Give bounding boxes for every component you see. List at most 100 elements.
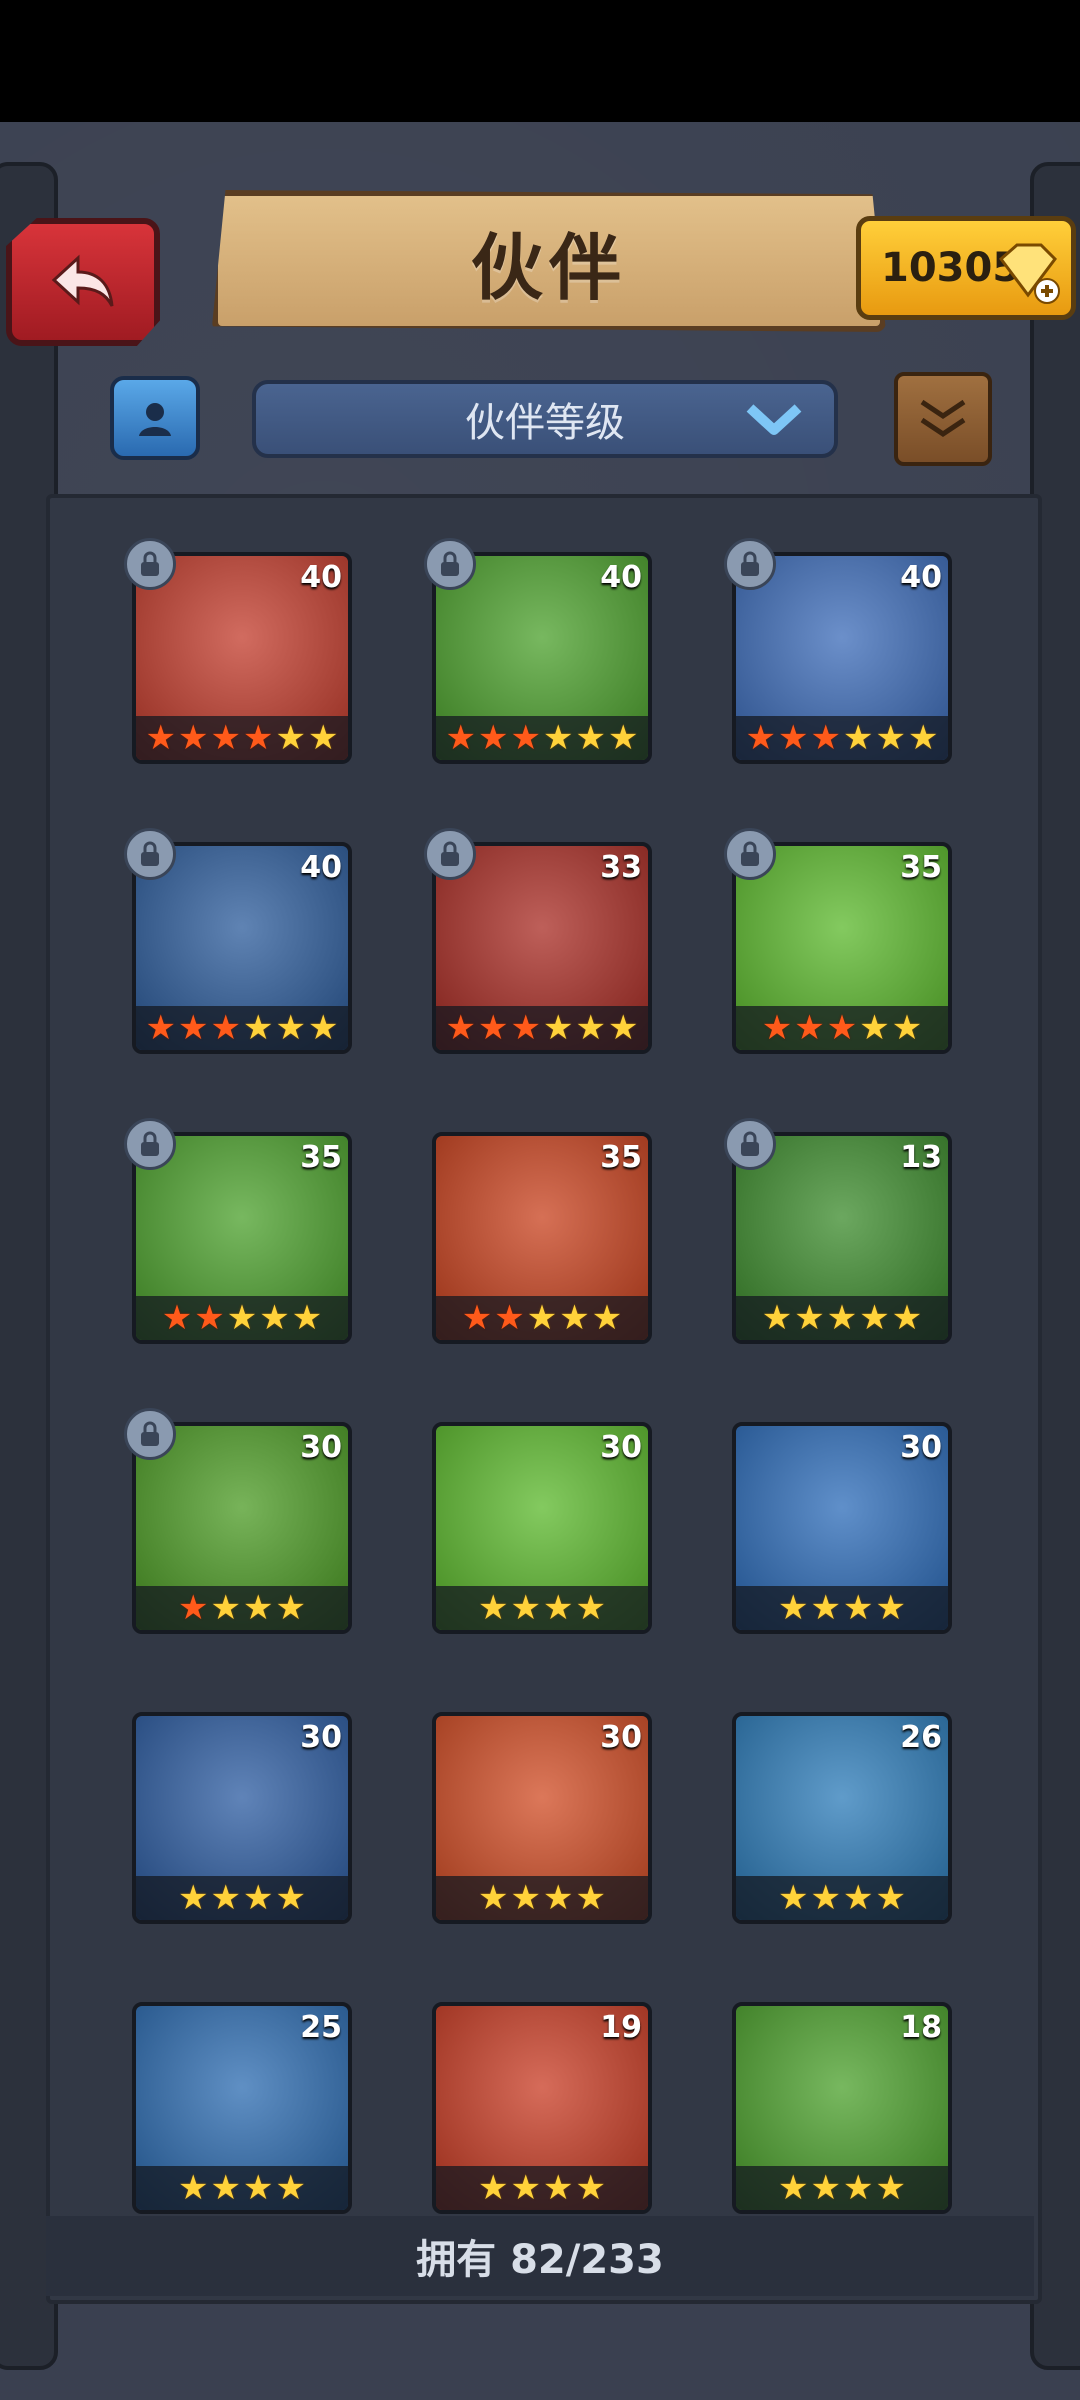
star-icon: ★ [210, 1878, 241, 1918]
star-icon: ★ [478, 718, 509, 758]
star-icon: ★ [510, 2168, 541, 2208]
star-icon: ★ [178, 1008, 209, 1048]
star-icon: ★ [510, 1008, 541, 1048]
star-icon: ★ [275, 1008, 306, 1048]
companion-level: 33 [600, 850, 642, 885]
star-icon: ★ [445, 1008, 477, 1048]
star-icon: ★ [843, 2168, 874, 2208]
star-icon: ★ [445, 718, 477, 758]
companion-level: 25 [300, 2010, 342, 2045]
star-rating: ★ ★ ★ ★ [436, 1876, 648, 1920]
companion-card[interactable]: 18 ★ ★ ★ ★ [732, 2002, 952, 2214]
star-rating: ★ ★ ★ ★ [736, 1586, 948, 1630]
star-rating: ★ ★ ★ ★ ★ [136, 1296, 348, 1340]
star-icon: ★ [210, 2168, 241, 2208]
companion-card[interactable]: 19 ★ ★ ★ ★ [432, 2002, 652, 2214]
companion-card[interactable]: 25 ★ ★ ★ ★ [132, 2002, 352, 2214]
star-icon: ★ [291, 1298, 323, 1338]
star-icon: ★ [178, 2168, 209, 2208]
companion-filter-icon [139, 403, 171, 436]
star-rating: ★ ★ ★ ★ [436, 2166, 648, 2210]
star-icon: ★ [178, 1588, 209, 1628]
star-icon: ★ [761, 1008, 793, 1048]
star-icon: ★ [810, 1588, 841, 1628]
star-icon: ★ [510, 1878, 541, 1918]
lock-icon [424, 538, 476, 590]
star-icon: ★ [543, 2168, 574, 2208]
star-icon: ★ [810, 1878, 841, 1918]
star-icon: ★ [243, 2168, 274, 2208]
header-banner: 伙伴 [212, 190, 886, 332]
star-icon: ★ [810, 718, 841, 758]
star-icon: ★ [243, 1008, 274, 1048]
star-icon: ★ [275, 1588, 306, 1628]
star-icon: ★ [145, 718, 177, 758]
star-icon: ★ [543, 718, 574, 758]
companion-level: 30 [600, 1430, 642, 1465]
star-icon: ★ [891, 1008, 923, 1048]
companion-level: 35 [300, 1140, 342, 1175]
lock-icon [724, 1118, 776, 1170]
star-icon: ★ [526, 1298, 558, 1338]
star-icon: ★ [178, 1878, 209, 1918]
back-button[interactable] [6, 218, 160, 346]
gem-currency-counter[interactable]: 10305 [856, 216, 1076, 320]
owned-count-bar: 拥有 82/233 [46, 2216, 1034, 2296]
companion-card[interactable]: 30 ★ ★ ★ ★ [432, 1422, 652, 1634]
star-icon: ★ [210, 1008, 241, 1048]
companion-level: 18 [900, 2010, 942, 2045]
gem-plus-icon [998, 243, 1060, 304]
sort-dropdown[interactable]: 伙伴等级 [252, 380, 838, 458]
companion-level: 30 [300, 1430, 342, 1465]
star-icon: ★ [826, 1298, 858, 1338]
lock-icon [124, 538, 176, 590]
star-icon: ★ [575, 718, 606, 758]
lock-icon [424, 828, 476, 880]
star-icon: ★ [210, 718, 241, 758]
star-icon: ★ [761, 1298, 793, 1338]
star-rating: ★ ★ ★ ★ [136, 1586, 348, 1630]
companion-card[interactable]: 35 ★ ★ ★ ★ ★ [432, 1132, 652, 1344]
companion-level: 30 [900, 1430, 942, 1465]
star-icon: ★ [794, 1008, 825, 1048]
owned-count-text: 拥有 82/233 [416, 2237, 664, 2283]
star-icon: ★ [591, 1298, 623, 1338]
star-rating: ★ ★ ★ ★ ★ ★ [136, 1006, 348, 1050]
star-icon: ★ [510, 718, 541, 758]
companion-card[interactable]: 30 ★ ★ ★ ★ [432, 1712, 652, 1924]
star-icon: ★ [478, 2168, 509, 2208]
star-rating: ★ ★ ★ ★ [436, 1586, 648, 1630]
star-icon: ★ [243, 1588, 274, 1628]
companion-level: 19 [600, 2010, 642, 2045]
star-icon: ★ [826, 1008, 858, 1048]
status-bar [0, 0, 1080, 122]
star-icon: ★ [161, 1298, 193, 1338]
star-icon: ★ [510, 1588, 541, 1628]
sort-label: 伙伴等级 [465, 400, 625, 446]
star-icon: ★ [778, 1878, 809, 1918]
star-icon: ★ [543, 1588, 574, 1628]
page-title: 伙伴 [470, 225, 627, 310]
star-icon: ★ [575, 1588, 606, 1628]
star-icon: ★ [907, 718, 939, 758]
companion-card[interactable]: 26 ★ ★ ★ ★ [732, 1712, 952, 1924]
star-icon: ★ [478, 1008, 509, 1048]
star-icon: ★ [778, 1588, 809, 1628]
companion-card[interactable]: 30 ★ ★ ★ ★ [132, 1712, 352, 1924]
star-icon: ★ [843, 1588, 874, 1628]
star-icon: ★ [543, 1008, 574, 1048]
star-icon: ★ [145, 1008, 177, 1048]
companion-filter-button[interactable] [110, 376, 200, 460]
star-rating: ★ ★ ★ ★ ★ [436, 1296, 648, 1340]
star-icon: ★ [210, 1588, 241, 1628]
star-icon: ★ [794, 1298, 825, 1338]
star-icon: ★ [307, 718, 339, 758]
star-rating: ★ ★ ★ ★ [736, 1876, 948, 1920]
star-icon: ★ [859, 1008, 890, 1048]
lock-icon [124, 1408, 176, 1460]
companion-level: 40 [900, 560, 942, 595]
star-icon: ★ [178, 718, 209, 758]
companion-card[interactable]: 30 ★ ★ ★ ★ [732, 1422, 952, 1634]
chevron-down-icon [746, 404, 802, 435]
scroll-button[interactable] [894, 372, 992, 466]
